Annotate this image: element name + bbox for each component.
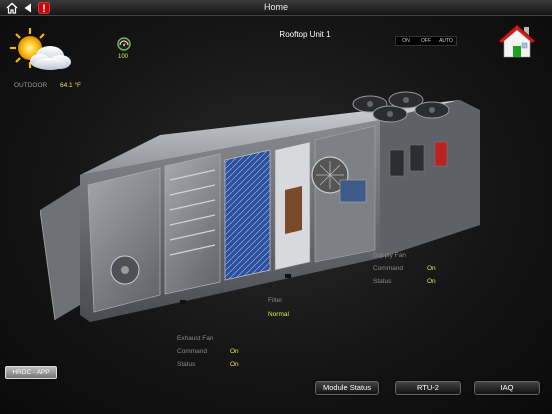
filter-label: Filter [268,297,283,304]
supply-fan-status-value: On [427,278,436,285]
outdoor-label: OUTDOOR [14,82,48,89]
exhaust-fan-status-label: Status [177,361,196,368]
rtu-2-button[interactable]: RTU-2 [395,381,461,395]
filter-status: Normal [268,311,289,318]
mode-switch[interactable]: ON OFF AUTO [395,36,457,46]
supply-fan-status-label: Status [373,278,392,285]
gauge-icon[interactable] [117,37,131,51]
outdoor-temperature: 64.1 °F [60,82,82,89]
mode-off[interactable]: OFF [416,37,436,45]
exhaust-fan-status-value: On [230,361,239,368]
page-title: Home [263,2,288,12]
exhaust-fan-command-label: Command [177,348,207,355]
top-bar: Home [0,0,552,16]
partly-sunny-icon [10,28,71,70]
supply-fan-command-value: On [427,265,436,272]
exhaust-fan-command-value: On [230,348,239,355]
unit-title: Rooftop Unit 1 [279,30,331,39]
iaq-button[interactable]: IAQ [474,381,540,395]
gauge-value: 100 [118,54,129,60]
module-status-button[interactable]: Module Status [315,381,379,395]
mode-auto[interactable]: AUTO [436,37,456,45]
supply-fan-label: Supply Fan [373,252,406,259]
supply-fan-command-label: Command [373,265,403,272]
house-icon[interactable] [496,22,538,60]
mode-on[interactable]: ON [396,37,416,45]
hrdc-app-button[interactable]: HRDC - APP [5,366,57,379]
exhaust-fan-label: Exhaust Fan [177,335,214,342]
